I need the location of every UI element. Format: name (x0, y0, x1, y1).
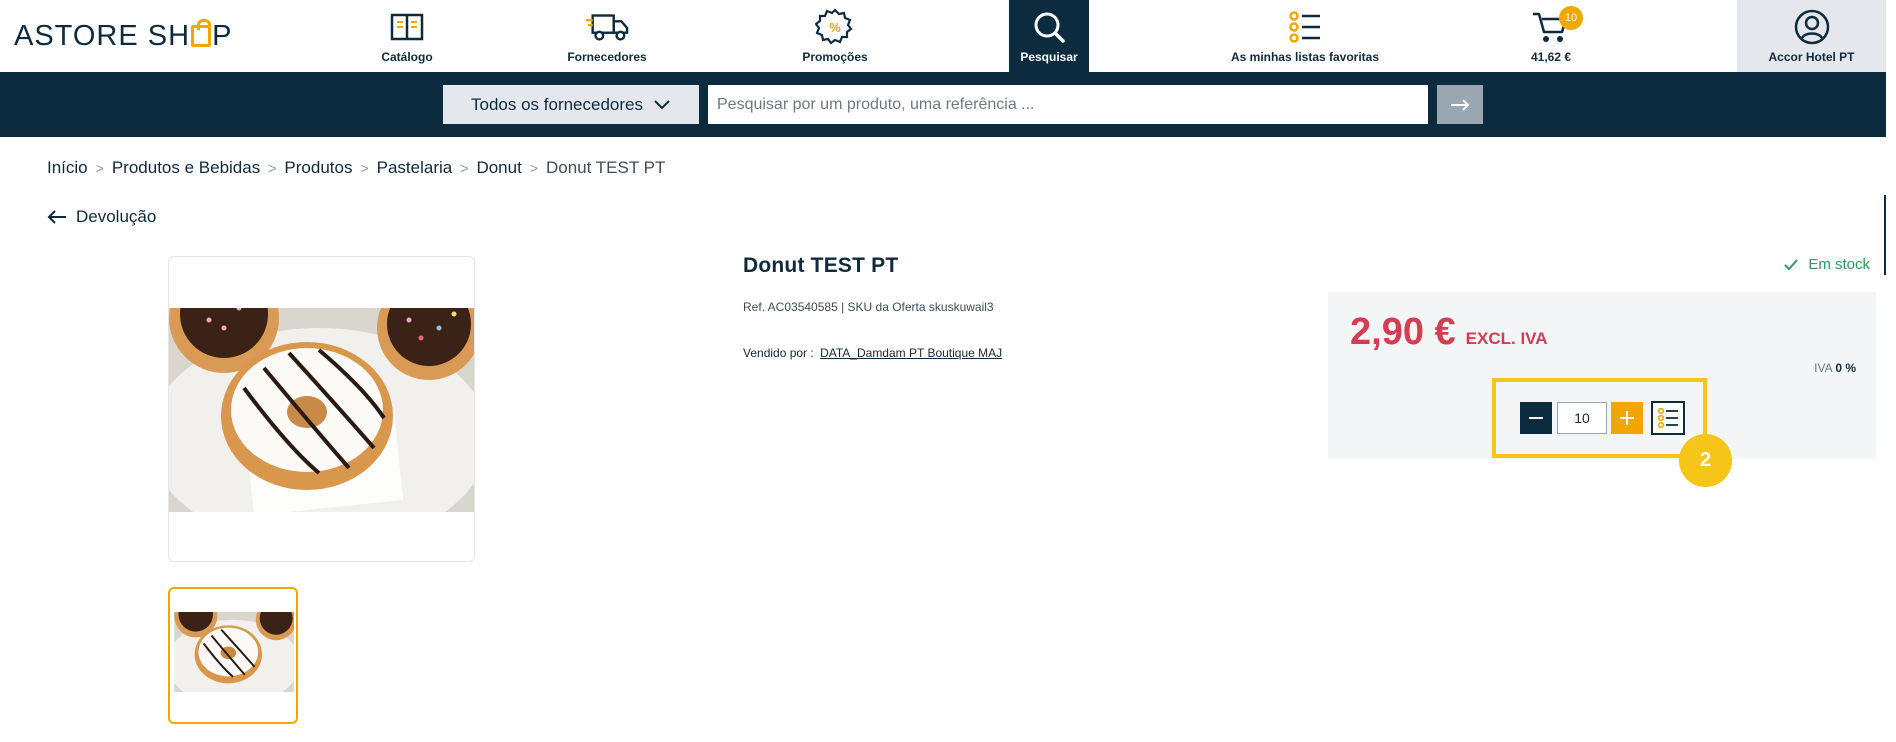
user-account-icon (1790, 8, 1834, 46)
sold-by-label: Vendido por : (743, 346, 814, 360)
chevron-right-icon: > (268, 160, 277, 176)
donut-photo (169, 308, 474, 512)
vat-value: 0 % (1835, 361, 1856, 375)
price-unit: EXCL. IVA (1465, 329, 1548, 348)
product-reference: Ref. AC03540585 | SKU da Oferta skuskuwa… (743, 300, 994, 314)
breadcrumb-donut[interactable]: Donut (476, 158, 521, 178)
chevron-right-icon: > (460, 160, 469, 176)
cart-count-badge: 10 (1559, 6, 1583, 30)
product-title: Donut TEST PT (743, 254, 899, 277)
nav-promotions[interactable]: % Promoções (785, 0, 885, 72)
add-to-list-button[interactable] (1651, 401, 1685, 435)
arrow-left-icon (47, 210, 66, 224)
vat-info: IVA 0 % (1814, 361, 1856, 375)
back-link[interactable]: Devolução (47, 207, 156, 227)
chevron-right-icon: > (95, 160, 104, 176)
nav-favorites[interactable]: As minhas listas favoritas (1225, 0, 1385, 72)
nav-search-label: Pesquisar (1020, 50, 1078, 64)
cart-total-label: 41,62 € (1530, 50, 1572, 64)
nav-catalog[interactable]: Catálogo (357, 0, 457, 72)
plus-icon (1620, 411, 1634, 425)
supplier-select-label: Todos os fornecedores (471, 94, 643, 114)
catalog-book-icon (385, 8, 429, 46)
svg-text:%: % (829, 20, 841, 35)
back-link-label: Devolução (76, 207, 157, 226)
breadcrumb: Início > Produtos e Bebidas > Produtos >… (47, 158, 665, 178)
nav-promotions-label: Promoções (802, 50, 868, 64)
nav-favorites-label: As minhas listas favoritas (1230, 50, 1380, 64)
product-main-image[interactable] (168, 256, 475, 562)
shopping-bag-icon (191, 18, 212, 47)
price-amount: 2,90 € (1350, 311, 1456, 353)
price: 2,90 € EXCL. IVA (1350, 311, 1548, 354)
minus-icon (1529, 417, 1543, 419)
logo-text-end: P (212, 20, 233, 52)
supplier-select[interactable]: Todos os fornecedores (443, 85, 699, 124)
quantity-input[interactable] (1557, 402, 1607, 434)
search-submit-button[interactable] (1437, 85, 1483, 124)
top-header: ASTORE SH P Catálogo Fornecedores % Promo… (0, 0, 1886, 72)
breadcrumb-products[interactable]: Produtos (284, 158, 352, 178)
search-bar: Todos os fornecedores (0, 72, 1886, 137)
checkmark-icon (1784, 259, 1799, 270)
nav-suppliers-label: Fornecedores (567, 50, 647, 64)
nav-account-label: Accor Hotel PT (1768, 50, 1855, 64)
stock-label: Em stock (1808, 256, 1870, 273)
chevron-right-icon: > (529, 160, 538, 176)
step-marker: 2 (1679, 434, 1732, 487)
increase-quantity-button[interactable] (1611, 402, 1643, 434)
nav-search[interactable]: Pesquisar (1009, 0, 1089, 72)
stock-status: Em stock (1784, 256, 1870, 273)
logo[interactable]: ASTORE SH P (14, 18, 233, 53)
scrollbar-edge[interactable] (1884, 195, 1886, 275)
breadcrumb-products-drinks[interactable]: Produtos e Bebidas (112, 158, 260, 178)
arrow-right-icon (1451, 98, 1470, 111)
decrease-quantity-button[interactable] (1520, 402, 1552, 434)
donut-thumbnail-photo (174, 612, 294, 692)
favorite-lists-icon (1283, 8, 1327, 46)
nav-account[interactable]: Accor Hotel PT (1737, 0, 1886, 72)
sold-by: Vendido por : DATA_Damdam PT Boutique MA… (743, 346, 1002, 360)
chevron-right-icon: > (360, 160, 369, 176)
chevron-down-icon (654, 99, 670, 109)
vat-label: IVA (1814, 361, 1832, 375)
breadcrumb-pastry[interactable]: Pastelaria (377, 158, 453, 178)
breadcrumb-home[interactable]: Início (47, 158, 88, 178)
product-thumbnail[interactable] (168, 587, 298, 724)
nav-cart[interactable]: 10 41,62 € (1506, 0, 1596, 72)
search-icon (1027, 8, 1071, 46)
search-input[interactable] (708, 85, 1428, 124)
promotion-badge-icon: % (813, 8, 857, 46)
seller-link[interactable]: DATA_Damdam PT Boutique MAJ (820, 346, 1002, 360)
list-icon (1657, 407, 1678, 429)
breadcrumb-current: Donut TEST PT (546, 158, 666, 177)
logo-text: ASTORE SH (14, 20, 191, 52)
nav-catalog-label: Catálogo (381, 50, 433, 64)
delivery-truck-icon (585, 8, 629, 46)
nav-suppliers[interactable]: Fornecedores (557, 0, 657, 72)
